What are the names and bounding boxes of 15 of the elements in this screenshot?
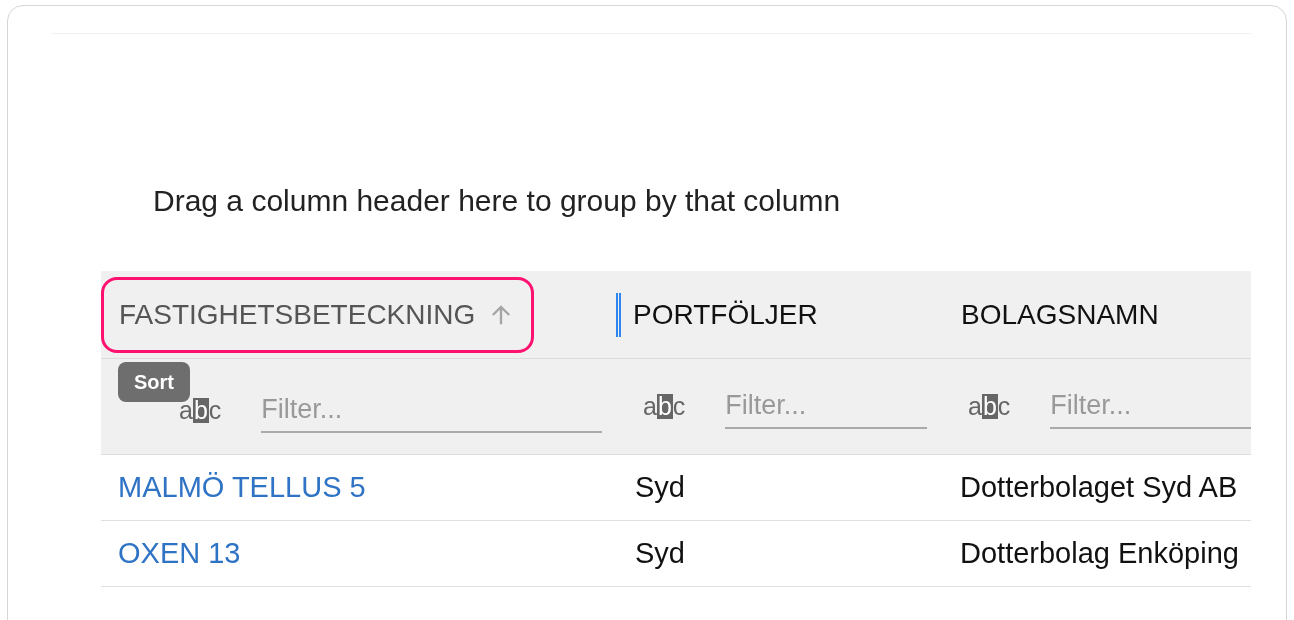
table-cell: Syd bbox=[635, 536, 685, 569]
table-cell: Syd bbox=[635, 470, 685, 503]
resize-handle[interactable] bbox=[616, 292, 621, 337]
column-header[interactable]: FASTIGHETSBETECKNING bbox=[101, 276, 535, 353]
filter-field[interactable]: Filter... bbox=[261, 388, 602, 433]
group-panel-text: Drag a column header here to group by that column bbox=[153, 183, 841, 219]
column-header[interactable]: BOLAGSNAMN bbox=[961, 293, 1159, 336]
table-cell: Dotterbolag Enköping bbox=[960, 536, 1239, 569]
sort-tooltip: Sort bbox=[118, 362, 190, 402]
filter-field[interactable]: Filter... bbox=[1050, 384, 1251, 429]
column-header[interactable]: PORTFÖLJER bbox=[633, 293, 818, 336]
filter-field[interactable]: Filter... bbox=[725, 384, 927, 429]
table-cell: Dotterbolaget Syd AB bbox=[960, 470, 1238, 503]
property-link[interactable]: MALMÖ TELLUS 5 bbox=[118, 470, 366, 503]
property-link[interactable]: OXEN 13 bbox=[118, 536, 241, 569]
